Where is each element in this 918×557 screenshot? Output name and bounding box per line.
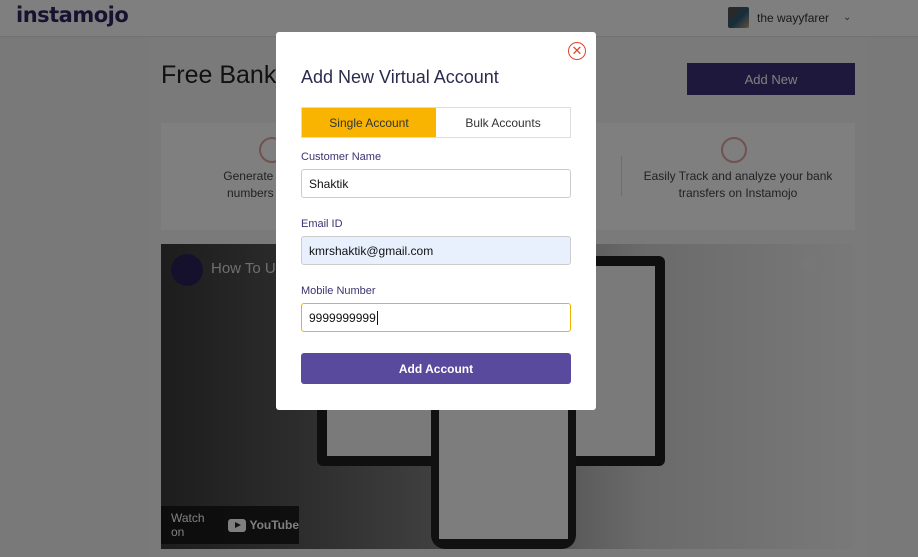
text-cursor xyxy=(376,310,378,325)
tab-bulk-accounts[interactable]: Bulk Accounts xyxy=(436,108,570,137)
mobile-number-value: 9999999999 xyxy=(309,310,376,325)
tab-single-account[interactable]: Single Account xyxy=(302,108,436,137)
close-icon[interactable]: ✕ xyxy=(568,42,586,60)
customer-name-label: Customer Name xyxy=(301,151,382,163)
mobile-number-field[interactable]: 9999999999 xyxy=(301,303,571,332)
add-account-button[interactable]: Add Account xyxy=(301,353,571,384)
customer-name-field[interactable]: Shaktik xyxy=(301,169,571,198)
mobile-number-label: Mobile Number xyxy=(301,285,376,297)
email-label: Email ID xyxy=(301,218,343,230)
email-field[interactable]: kmrshaktik@gmail.com xyxy=(301,236,571,265)
account-type-tabs: Single Account Bulk Accounts xyxy=(301,107,571,138)
modal-title: Add New Virtual Account xyxy=(301,67,499,87)
email-value: kmrshaktik@gmail.com xyxy=(309,243,434,258)
customer-name-value: Shaktik xyxy=(309,176,349,191)
add-virtual-account-modal: ✕ Add New Virtual Account Single Account… xyxy=(276,32,596,410)
